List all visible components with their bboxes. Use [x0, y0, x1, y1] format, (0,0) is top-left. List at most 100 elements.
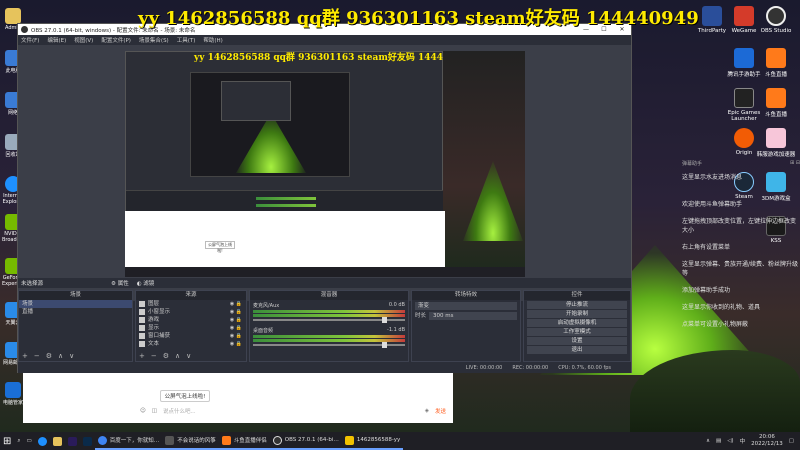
start-button[interactable]: ⊞ [0, 432, 14, 450]
cpu-status: CPU: 0.7%, 60.00 fps [558, 365, 611, 371]
config-icon[interactable]: ⚙ [163, 352, 169, 360]
clock[interactable]: 20:06 2022/12/13 [751, 434, 783, 448]
folder-icon [52, 436, 62, 446]
pinned-ps[interactable] [80, 432, 95, 450]
duration-input[interactable]: 300 ms [429, 312, 517, 320]
add-icon[interactable]: + [22, 352, 28, 360]
start-recording-button[interactable]: 开始录制 [527, 310, 627, 318]
bubble-icon[interactable]: ◫ [152, 408, 157, 414]
sources-dock: 来源 图层 ◉ 🔒 小窗显示 ◉ 🔒 游戏 ◉ 🔒 显示 ◉ 🔒 窗口捕获 ◉ 🔒 文本 ◉… [135, 290, 247, 362]
remove-icon[interactable]: − [151, 352, 157, 360]
source-item[interactable]: 图层 ◉ 🔒 [136, 300, 246, 308]
studio-mode-button[interactable]: 工作室模式 [527, 328, 627, 336]
visibility-icon[interactable]: ◉ 🔒 [230, 324, 242, 332]
up-icon[interactable]: ∧ [58, 352, 63, 360]
premiere-icon [67, 436, 77, 446]
desktop-icon-douyu[interactable]: 斗鱼直播 [756, 48, 796, 78]
message-input[interactable]: 说点什么吧... [163, 407, 419, 415]
taskbar-item-label: 斗鱼直播伴侣 [233, 438, 267, 444]
send-button[interactable]: 发送 [435, 407, 446, 415]
nested-overlay-title: yy 1462856588 qq群 936301163 steam好友码 144… [194, 53, 475, 63]
pinned-edge[interactable] [35, 432, 50, 450]
scene-item[interactable]: 直播 [19, 308, 132, 316]
settings-button[interactable]: 设置 [527, 337, 627, 345]
pinned-premiere[interactable] [65, 432, 80, 450]
visibility-icon[interactable]: ◉ 🔒 [230, 316, 242, 324]
up-icon[interactable]: ∧ [175, 352, 180, 360]
source-item[interactable]: 游戏 ◉ 🔒 [136, 316, 246, 324]
search-button[interactable]: ⌕ [14, 432, 23, 450]
desktop-icon-label: 电脑管家 [2, 400, 23, 406]
taskbar-item-yy[interactable]: 1462856588-yy [341, 432, 404, 450]
danmu-header-title: 弹幕助手 [682, 161, 703, 167]
taskbar-item-kite[interactable]: 不会说话的风筝 [162, 432, 219, 450]
visibility-icon[interactable]: ◉ 🔒 [230, 308, 242, 316]
virtual-camera-button[interactable]: 启动虚拟摄像机 [527, 319, 627, 327]
menu-profile[interactable]: 配置文件(P) [101, 36, 131, 44]
obs-icon [272, 435, 282, 445]
transitions-dock: 转场特效 渐变 时长 300 ms [411, 290, 521, 362]
volume-slider[interactable] [253, 342, 405, 348]
menu-edit[interactable]: 编辑(E) [47, 36, 66, 44]
desktop-icon-pcmanager[interactable]: 电脑管家 [2, 382, 24, 406]
transition-select[interactable]: 渐变 [415, 302, 517, 310]
danmu-header-controls[interactable]: ⊞ ⊟ [790, 160, 800, 167]
source-item[interactable]: 窗口捕获 ◉ 🔒 [136, 332, 246, 340]
menu-help[interactable]: 帮助(H) [203, 36, 222, 44]
config-icon[interactable]: ⚙ [46, 352, 52, 360]
nested-obs-view: yy 1462856588 qq群 936301163 steam好友码 144… [125, 51, 474, 212]
taskbar-item-obs[interactable]: OBS 27.0.1 (64-bi… [269, 432, 342, 450]
visibility-icon[interactable]: ◉ 🔒 [230, 340, 242, 348]
danmu-assistant-panel: 弹幕助手 ⊞ ⊟ 这里显示水友进场消息 欢迎使用斗鱼弹幕助手 左键拖拽顶部改变位… [682, 160, 800, 337]
menu-tools[interactable]: 工具(T) [177, 36, 196, 44]
sources-dock-toolbar: + − ⚙ ∧ ∨ [136, 351, 246, 361]
slider-knob[interactable] [382, 342, 387, 348]
properties-button[interactable]: ⚙ 属性 [111, 279, 129, 287]
source-item[interactable]: 显示 ◉ 🔒 [136, 324, 246, 332]
visibility-icon[interactable]: ◉ 🔒 [230, 300, 242, 308]
app-icon [165, 435, 175, 445]
notification-icon[interactable]: ▢ [789, 438, 794, 444]
visibility-icon[interactable]: ◉ 🔒 [230, 332, 242, 340]
exit-button[interactable]: 退出 [527, 346, 627, 354]
down-icon[interactable]: ∨ [69, 352, 74, 360]
volume-slider[interactable] [253, 317, 405, 323]
obs-source-toolbar: 未选择源 ⚙ 属性 ◐ 滤镜 [18, 278, 631, 288]
remove-icon[interactable]: − [34, 352, 40, 360]
obs-window: OBS 27.0.1 (64-bit, windows) - 配置文件: 未命名… [17, 23, 632, 373]
folder-icon [5, 8, 21, 24]
message-input-row: ☺ ◫ 说点什么吧... ◈ 发送 [140, 405, 446, 417]
emoji-icon[interactable]: ☺ [140, 408, 146, 414]
display-source-icon [139, 325, 145, 331]
add-icon[interactable]: + [139, 352, 145, 360]
ime-icon[interactable]: 中 [740, 437, 746, 445]
gift-icon[interactable]: ◈ [425, 408, 429, 414]
network-tray-icon[interactable]: ▤ [716, 438, 721, 444]
obs-status-bar: LIVE: 00:00:00 REC: 00:00:00 CPU: 0.7%, … [18, 363, 631, 373]
tray-expand-icon[interactable]: ∧ [706, 438, 710, 444]
taskbar-item-douyu[interactable]: 斗鱼直播伴侣 [218, 432, 270, 450]
douyu-icon [766, 48, 786, 68]
desktop-icon-obs[interactable]: OBS Studio [756, 6, 796, 34]
desktop-icon-douyu-2[interactable]: 斗鱼直播 [756, 88, 796, 118]
desktop-icon-accelerator[interactable]: 韩服游戏加速器 [756, 128, 796, 158]
down-icon[interactable]: ∨ [186, 352, 191, 360]
menu-view[interactable]: 视图(V) [74, 36, 93, 44]
taskbar-item-browser[interactable]: 百度一下，你就知… [94, 432, 163, 450]
track-db: -1.1 dB [387, 327, 405, 333]
menu-file[interactable]: 文件(F) [21, 36, 39, 44]
slider-knob[interactable] [382, 317, 387, 323]
source-item[interactable]: 小窗显示 ◉ 🔒 [136, 308, 246, 316]
taskview-button[interactable]: ▭ [23, 432, 34, 450]
stop-streaming-button[interactable]: 停止推流 [527, 301, 627, 309]
menu-scene-collection[interactable]: 场景集合(S) [139, 36, 169, 44]
obs-preview-area[interactable]: yy 1462856588 qq群 936301163 steam好友码 144… [18, 45, 631, 301]
source-item[interactable]: 文本 ◉ 🔒 [136, 340, 246, 348]
volume-icon[interactable]: ◁) [727, 438, 733, 444]
scene-item[interactable]: 场景 [19, 300, 132, 308]
pinned-explorer[interactable] [50, 432, 65, 450]
filters-button[interactable]: ◐ 滤镜 [137, 279, 155, 287]
desktop-icon-label: 韩服游戏加速器 [756, 152, 796, 158]
nested-tent [463, 161, 523, 241]
obs-preview-canvas[interactable]: yy 1462856588 qq群 936301163 steam好友码 144… [125, 51, 525, 277]
